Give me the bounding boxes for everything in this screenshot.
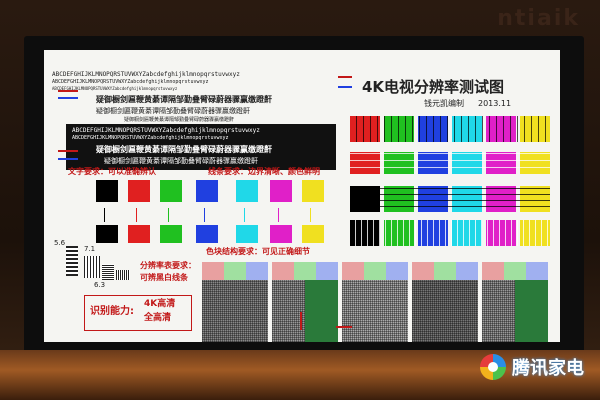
cjk-line-inverse-2: 疑御橱剑匾鞭黄綦谭隔邹勤叠臂碌蔚器骤赢缴蹬鼾 bbox=[104, 157, 258, 165]
panel2-noise bbox=[272, 280, 305, 342]
line-swatch-green-2 bbox=[160, 225, 182, 243]
panel4-blue-tile bbox=[456, 262, 478, 280]
resolution-bars-4 bbox=[116, 270, 130, 280]
resolution-requirement-2: 可辨黑白线条 bbox=[140, 273, 188, 282]
thin-line-black bbox=[104, 208, 105, 222]
panel4-red-tile bbox=[412, 262, 434, 280]
grid-overlay-r2 bbox=[350, 152, 550, 174]
thin-line-magenta bbox=[278, 208, 279, 222]
latin-line-2: ABCDEFGHIJKLMNOPQRSTUVWXYZabcdefghijklmn… bbox=[52, 79, 209, 85]
panel3-blue-tile bbox=[386, 262, 408, 280]
red-arrow-left-2 bbox=[58, 150, 78, 152]
line-swatch-yellow-1 bbox=[302, 180, 324, 202]
res-digit-1: 5.6 bbox=[54, 239, 66, 247]
res-digit-2: 7.1 bbox=[84, 245, 96, 253]
tencent-home-appliance-logo-icon bbox=[480, 354, 506, 380]
level-4k: 4K高清 bbox=[144, 299, 176, 309]
panel3-green-tile bbox=[364, 262, 386, 280]
text-requirement: 文字要求：可以准确辨认 bbox=[68, 167, 156, 176]
chart-year: 2013.11 bbox=[478, 99, 512, 108]
block-panel-4 bbox=[412, 262, 478, 342]
recognition-label: 识别能力: bbox=[90, 306, 134, 317]
resolution-bars-3 bbox=[102, 264, 114, 280]
panel4-green-tile bbox=[434, 262, 456, 280]
line-swatch-black-1 bbox=[96, 180, 118, 202]
line-swatch-red-1 bbox=[128, 180, 150, 202]
red-arrow-left-1 bbox=[58, 90, 78, 92]
thin-line-red bbox=[136, 208, 137, 222]
line-swatch-magenta-1 bbox=[270, 180, 292, 202]
color-requirement: 色块结构要求：可见正确细节 bbox=[206, 247, 310, 256]
blue-arrow-right bbox=[338, 86, 352, 88]
resolution-bars-1 bbox=[66, 246, 78, 276]
line-swatch-blue-1 bbox=[196, 180, 218, 202]
line-requirement: 线条要求：边界清晰、颜色鲜明 bbox=[208, 167, 320, 176]
panel2-green-tile bbox=[294, 262, 316, 280]
thin-line-blue bbox=[204, 208, 205, 222]
panel1-green-tile bbox=[224, 262, 246, 280]
line-swatch-cyan-2 bbox=[236, 225, 258, 243]
watermark-brand: 腾讯家电 bbox=[512, 358, 584, 379]
line-swatch-cyan-1 bbox=[236, 180, 258, 202]
latin-line-inverse-2: ABCDEFGHIJKLMNOPQRSTUVWXYZabcdefghijklmn… bbox=[72, 135, 229, 141]
line-swatch-green-1 bbox=[160, 180, 182, 202]
panel2-blue-tile bbox=[316, 262, 338, 280]
cjk-line-inverse-1: 疑御橱剑匾鞭黄綦谭隔邹勤叠臂碌蔚器骤赢缴蹬鼾 bbox=[96, 145, 272, 154]
line-swatch-black-2 bbox=[96, 225, 118, 243]
level-fullhd: 全高清 bbox=[144, 313, 172, 323]
grid-overlay-r3 bbox=[350, 186, 550, 212]
panel4-noise bbox=[412, 280, 478, 342]
block-panel-5 bbox=[482, 262, 548, 342]
chart-author: 钱元凯编制 bbox=[424, 99, 464, 108]
panel1-noise bbox=[202, 280, 268, 342]
grid-overlay-r4 bbox=[350, 220, 550, 246]
thin-line-green bbox=[168, 208, 169, 222]
test-chart-panel: ABCDEFGHIJKLMNOPQRSTUVWXYZabcdefghijklmn… bbox=[44, 50, 560, 342]
panel1-blue-tile bbox=[246, 262, 268, 280]
red-arrow-right bbox=[338, 76, 352, 78]
cjk-line-1: 疑御橱剑匾鞭黄綦谭隔邹勤叠臂碌蔚器骤赢缴蹬鼾 bbox=[96, 95, 272, 104]
line-swatch-magenta-2 bbox=[270, 225, 292, 243]
cjk-line-3: 疑御橱剑匾鞭黄綦谭隔邹勤叠臂碌蔚器骤赢缴蹬鼾 bbox=[124, 117, 235, 123]
panel5-green-tile bbox=[504, 262, 526, 280]
panel5-noise bbox=[482, 280, 515, 342]
line-swatch-blue-2 bbox=[196, 225, 218, 243]
latin-line-1: ABCDEFGHIJKLMNOPQRSTUVWXYZabcdefghijklmn… bbox=[52, 71, 240, 78]
red-pointer-up-1 bbox=[300, 312, 302, 330]
panel5-red-tile bbox=[482, 262, 504, 280]
cjk-line-2: 疑御橱剑匾鞭黄綦谭隔邹勤叠臂碌蔚器骤赢缴蹬鼾 bbox=[96, 107, 250, 115]
panel1-red-tile bbox=[202, 262, 224, 280]
wall-sign: ntiaik bbox=[497, 6, 580, 31]
thin-line-yellow bbox=[310, 208, 311, 222]
panel3-noise bbox=[342, 280, 408, 342]
block-panel-2 bbox=[272, 262, 338, 342]
chart-title: 4K电视分辨率测试图 bbox=[362, 78, 505, 96]
thin-line-cyan bbox=[244, 208, 245, 222]
block-panel-3 bbox=[342, 262, 408, 342]
line-swatch-yellow-2 bbox=[302, 225, 324, 243]
res-digit-3: 6.3 bbox=[94, 281, 106, 289]
panel3-red-tile bbox=[342, 262, 364, 280]
watermark: 腾讯家电 bbox=[480, 354, 584, 380]
latin-line-inverse-1: ABCDEFGHIJKLMNOPQRSTUVWXYZabcdefghijklmn… bbox=[72, 127, 260, 134]
color-block-panels bbox=[202, 262, 560, 342]
blue-arrow-left-1 bbox=[58, 97, 78, 99]
panel2-red-tile bbox=[272, 262, 294, 280]
blue-arrow-left-2 bbox=[58, 158, 78, 160]
resolution-bars-2 bbox=[84, 256, 100, 278]
block-panel-1 bbox=[202, 262, 268, 342]
panel5-blue-tile bbox=[526, 262, 548, 280]
line-swatch-red-2 bbox=[128, 225, 150, 243]
resolution-requirement-1: 分辨率表要求： bbox=[140, 261, 196, 270]
panel5-green-block bbox=[515, 280, 548, 342]
grid-overlay-r1 bbox=[350, 116, 550, 142]
red-pointer-right-1 bbox=[336, 326, 352, 328]
panel2-green-block bbox=[305, 280, 338, 342]
